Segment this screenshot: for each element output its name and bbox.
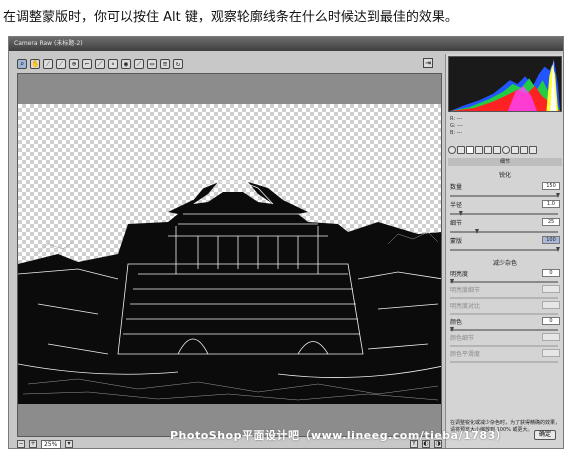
detail-label: 细节 bbox=[450, 220, 463, 227]
white-balance-tool-icon[interactable]: ⁄ bbox=[43, 58, 53, 69]
histogram bbox=[448, 56, 562, 112]
color-sampler-tool-icon[interactable]: ⁄ bbox=[56, 58, 66, 69]
zoom-tool-icon[interactable]: ⌕ bbox=[17, 58, 27, 69]
radius-slider[interactable] bbox=[450, 211, 558, 216]
luminance-slider[interactable] bbox=[450, 279, 558, 284]
hsl-tab-icon[interactable] bbox=[475, 146, 483, 154]
panel-tabs bbox=[448, 144, 562, 156]
amount-input[interactable]: 150 bbox=[542, 182, 560, 190]
camera-raw-window: Camera Raw (未标题-2) ⌕ ✋ ⁄ ⁄ ⊕ ⌐ ⟋ ∘ ◉ ⟋ ▭… bbox=[8, 36, 564, 449]
preview-canvas[interactable] bbox=[17, 73, 442, 437]
amount-row: 数量 150 bbox=[450, 182, 560, 192]
luminance-label: 明亮度 bbox=[450, 271, 469, 278]
luminance-contrast-row: 明亮度对比 bbox=[450, 301, 560, 311]
tone-curve-tab-icon[interactable] bbox=[457, 146, 465, 154]
spot-removal-tool-icon[interactable]: ∘ bbox=[108, 58, 118, 69]
snapshots-tab-icon[interactable] bbox=[529, 146, 537, 154]
hand-tool-icon[interactable]: ✋ bbox=[30, 58, 40, 69]
luminance-detail-slider bbox=[450, 297, 558, 299]
color-detail-input bbox=[542, 333, 560, 341]
red-eye-tool-icon[interactable]: ◉ bbox=[121, 58, 131, 69]
target-adjust-tool-icon[interactable]: ⊕ bbox=[69, 58, 79, 69]
detail-tab-icon[interactable] bbox=[466, 146, 474, 154]
radius-input[interactable]: 1.0 bbox=[542, 200, 560, 208]
radius-label: 半径 bbox=[450, 202, 463, 209]
sharpen-title: 锐化 bbox=[498, 172, 511, 179]
luminance-detail-row: 明亮度细节 bbox=[450, 285, 560, 295]
color-detail-label: 颜色细节 bbox=[450, 335, 475, 342]
luminance-contrast-label: 明亮度对比 bbox=[450, 303, 481, 310]
basic-tab-icon[interactable] bbox=[448, 146, 456, 154]
rotate-icon[interactable]: ↻ bbox=[173, 58, 183, 69]
color-detail-slider bbox=[450, 345, 558, 347]
luminance-row: 明亮度 0 bbox=[450, 269, 560, 279]
detail-input[interactable]: 25 bbox=[542, 218, 560, 226]
graduated-filter-icon[interactable]: ▭ bbox=[147, 58, 157, 69]
panel-section-title: 细节 bbox=[448, 158, 562, 166]
luminance-detail-label: 明亮度细节 bbox=[450, 287, 481, 294]
toolbar: ⌕ ✋ ⁄ ⁄ ⊕ ⌐ ⟋ ∘ ◉ ⟋ ▭ ≡ ↻ bbox=[17, 56, 437, 71]
amount-slider-thumb[interactable] bbox=[556, 193, 560, 198]
amount-slider[interactable] bbox=[450, 193, 560, 198]
luminance-input[interactable]: 0 bbox=[542, 269, 560, 277]
luminance-contrast-input bbox=[542, 301, 560, 309]
lens-tab-icon[interactable] bbox=[493, 146, 501, 154]
window-title: Camera Raw (未标题-2) bbox=[9, 37, 563, 51]
effects-tab-icon[interactable] bbox=[502, 146, 510, 154]
rgb-readout: R: --- G: --- B: --- bbox=[450, 116, 463, 137]
color-row: 颜色 0 bbox=[450, 317, 560, 327]
color-smoothness-input bbox=[542, 349, 560, 357]
radius-row: 半径 1.0 bbox=[450, 200, 560, 210]
masking-input[interactable]: 100 bbox=[542, 236, 560, 244]
detail-slider-thumb[interactable] bbox=[475, 229, 479, 234]
zoom-level-select[interactable]: 25% bbox=[41, 439, 61, 449]
color-slider[interactable] bbox=[450, 327, 558, 332]
color-smoothness-row: 颜色平滑度 bbox=[450, 349, 560, 359]
ok-button[interactable]: 确定 bbox=[534, 430, 556, 440]
split-toning-tab-icon[interactable] bbox=[484, 146, 492, 154]
masking-slider-thumb[interactable] bbox=[556, 247, 560, 252]
masking-slider[interactable] bbox=[450, 247, 560, 252]
zoom-dropdown-icon[interactable]: ▾ bbox=[65, 440, 73, 448]
radius-slider-thumb[interactable] bbox=[458, 211, 463, 216]
amount-label: 数量 bbox=[450, 184, 463, 191]
masked-photo-preview bbox=[18, 181, 441, 404]
preferences-icon[interactable]: ≡ bbox=[160, 58, 170, 69]
color-input[interactable]: 0 bbox=[542, 317, 560, 325]
red-readout: R: --- bbox=[450, 116, 463, 122]
crop-tool-icon[interactable]: ⌐ bbox=[82, 58, 92, 69]
color-slider-thumb[interactable] bbox=[450, 327, 454, 332]
blue-readout: B: --- bbox=[450, 130, 463, 136]
fullscreen-toggle-icon[interactable]: ⇥ bbox=[423, 58, 433, 68]
adjustments-panel: R: --- G: --- B: --- 细节 锐化 数量 150 半径 1.0 bbox=[445, 54, 563, 448]
adjustment-brush-icon[interactable]: ⟋ bbox=[134, 58, 144, 69]
camera-calibration-tab-icon[interactable] bbox=[511, 146, 519, 154]
green-readout: G: --- bbox=[450, 123, 463, 129]
luminance-contrast-slider bbox=[450, 313, 558, 315]
zoom-in-icon[interactable]: + bbox=[29, 440, 37, 448]
color-label: 颜色 bbox=[450, 319, 463, 326]
watermark-text: PhotoShop平面设计吧（www.lineeg.com/tieba/1783… bbox=[170, 429, 508, 442]
detail-slider[interactable] bbox=[450, 229, 558, 234]
color-smoothness-label: 颜色平滑度 bbox=[450, 351, 481, 358]
masking-row: 蒙版 100 bbox=[450, 236, 560, 246]
masking-label: 蒙版 bbox=[450, 238, 463, 245]
noise-reduction-title: 减少杂色 bbox=[492, 260, 517, 267]
presets-tab-icon[interactable] bbox=[520, 146, 528, 154]
color-detail-row: 颜色细节 bbox=[450, 333, 560, 343]
color-smoothness-slider bbox=[450, 361, 558, 363]
detail-row: 细节 25 bbox=[450, 218, 560, 228]
straighten-tool-icon[interactable]: ⟋ bbox=[95, 58, 105, 69]
caption-text: 在调整蒙版时，你可以按住 Alt 键，观察轮廓线条在什么时候达到最佳的效果。 bbox=[3, 10, 458, 25]
luminance-slider-thumb[interactable] bbox=[450, 279, 454, 284]
luminance-detail-input bbox=[542, 285, 560, 293]
zoom-out-icon[interactable]: − bbox=[17, 440, 25, 448]
